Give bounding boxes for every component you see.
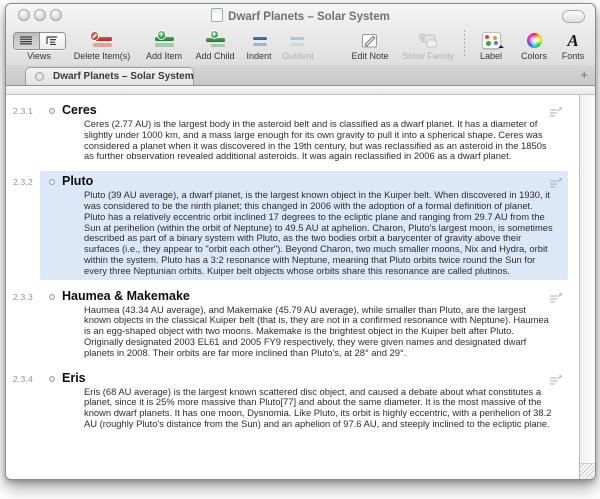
outline-section-haumea-makemake: 2.3.3 Haumea & Makemake Haumea (43.34 AU… bbox=[40, 286, 568, 362]
column-header-strip bbox=[6, 86, 595, 95]
section-number: 2.3.4 bbox=[13, 374, 33, 384]
show-family-icon bbox=[418, 31, 439, 50]
toolbar-separator bbox=[464, 30, 465, 58]
bullet-icon[interactable] bbox=[49, 294, 55, 300]
vertical-scrollbar[interactable] bbox=[579, 95, 595, 479]
note-icon[interactable] bbox=[549, 105, 562, 123]
minimize-button[interactable] bbox=[34, 9, 46, 21]
toolbar-label-menu-button[interactable]: Label bbox=[473, 28, 509, 61]
toolbar-indent-button[interactable]: Indent bbox=[242, 28, 276, 61]
tab-bar: Dwarf Planets – Solar System + bbox=[6, 65, 595, 86]
toolbar-add-child-button[interactable]: Add Child bbox=[190, 28, 240, 61]
toolbar-label: Show Family bbox=[402, 51, 454, 61]
outline-view: 2.3.1 Ceres Ceres (2.77 AU) is the large… bbox=[6, 95, 579, 479]
window-controls bbox=[18, 9, 62, 21]
close-button[interactable] bbox=[18, 9, 30, 21]
toolbar-label: Colors bbox=[521, 51, 547, 61]
section-body[interactable]: Haumea (43.34 AU average), and Makemake … bbox=[84, 305, 554, 359]
window-chrome: Dwarf Planets – Solar System bbox=[6, 4, 595, 66]
section-body[interactable]: Eris (68 AU average) is the largest know… bbox=[84, 387, 554, 430]
toolbar-label: Outdent bbox=[282, 51, 314, 61]
resize-grip-icon[interactable] bbox=[580, 463, 595, 479]
add-child-icon bbox=[205, 31, 226, 50]
document-icon bbox=[211, 8, 223, 22]
note-icon[interactable] bbox=[549, 176, 562, 194]
fonts-icon: A bbox=[567, 31, 578, 50]
bullet-icon[interactable] bbox=[49, 376, 55, 382]
toolbar-show-family-button[interactable]: Show Family bbox=[398, 28, 458, 61]
outline-view-button[interactable] bbox=[40, 33, 65, 49]
section-number: 2.3.3 bbox=[13, 292, 33, 302]
note-icon[interactable] bbox=[549, 291, 562, 309]
toolbar-label: Edit Note bbox=[351, 51, 388, 61]
title-bar[interactable]: Dwarf Planets – Solar System bbox=[6, 4, 595, 26]
section-title[interactable]: Ceres bbox=[62, 102, 568, 118]
tab-dwarf-planets[interactable]: Dwarf Planets – Solar System bbox=[25, 67, 194, 85]
tab-close-icon[interactable] bbox=[35, 72, 44, 81]
document-area: 2.3.1 Ceres Ceres (2.77 AU) is the large… bbox=[6, 86, 595, 479]
toolbar-label: Fonts bbox=[562, 51, 585, 61]
toolbar-label: Add Child bbox=[195, 51, 234, 61]
outline-section-eris: 2.3.4 Eris Eris (68 AU average) is the l… bbox=[40, 368, 568, 433]
toolbar-add-item-button[interactable]: Add Item bbox=[140, 28, 188, 61]
indent-icon bbox=[249, 31, 270, 50]
toolbar-label: Delete Item(s) bbox=[74, 51, 131, 61]
color-wheel-icon bbox=[527, 31, 542, 50]
section-title[interactable]: Eris bbox=[62, 370, 568, 386]
bullet-icon[interactable] bbox=[49, 108, 55, 114]
toolbar: Views Delete Item(s) Add Item bbox=[6, 26, 595, 64]
outdent-icon bbox=[288, 31, 309, 50]
section-title[interactable]: Haumea & Makemake bbox=[62, 288, 568, 304]
toolbar-colors-button[interactable]: Colors bbox=[513, 28, 555, 61]
outline-section-ceres: 2.3.1 Ceres Ceres (2.77 AU) is the large… bbox=[40, 100, 568, 165]
toolbar-views: Views bbox=[14, 28, 64, 61]
screenshot-canvas: Dwarf Planets – Solar System bbox=[0, 0, 600, 499]
section-number: 2.3.2 bbox=[13, 177, 33, 187]
outline-section-pluto: 2.3.2 Pluto Pluto (39 AU average), a dwa… bbox=[40, 171, 568, 279]
add-item-icon bbox=[154, 31, 175, 50]
section-title[interactable]: Pluto bbox=[62, 173, 568, 189]
section-body[interactable]: Pluto (39 AU average), a dwarf planet, i… bbox=[84, 190, 554, 276]
zoom-button[interactable] bbox=[50, 9, 62, 21]
delete-item-icon bbox=[92, 31, 113, 50]
bullet-icon[interactable] bbox=[49, 179, 55, 185]
add-tab-button[interactable]: + bbox=[580, 66, 588, 84]
views-icon bbox=[13, 31, 66, 50]
toolbar-delete-item-button[interactable]: Delete Item(s) bbox=[66, 28, 138, 61]
section-number: 2.3.1 bbox=[13, 106, 33, 116]
toolbar-outdent-button[interactable]: Outdent bbox=[278, 28, 318, 61]
tab-label: Dwarf Planets – Solar System bbox=[53, 71, 194, 82]
toolbar-edit-note-button[interactable]: Edit Note bbox=[344, 28, 396, 61]
edit-note-icon bbox=[361, 31, 379, 50]
toolbar-label: Label bbox=[480, 51, 502, 61]
toolbar-label: Add Item bbox=[146, 51, 182, 61]
toolbar-toggle-button[interactable] bbox=[562, 10, 585, 23]
section-body[interactable]: Ceres (2.77 AU) is the largest body in t… bbox=[84, 119, 554, 162]
toolbar-label: Views bbox=[27, 51, 51, 61]
window-title: Dwarf Planets – Solar System bbox=[86, 8, 515, 23]
toolbar-fonts-button[interactable]: A Fonts bbox=[557, 28, 589, 61]
app-window: Dwarf Planets – Solar System bbox=[5, 3, 596, 480]
list-view-button[interactable] bbox=[14, 33, 40, 49]
note-icon[interactable] bbox=[549, 373, 562, 391]
label-icon bbox=[482, 31, 501, 50]
toolbar-label: Indent bbox=[246, 51, 271, 61]
